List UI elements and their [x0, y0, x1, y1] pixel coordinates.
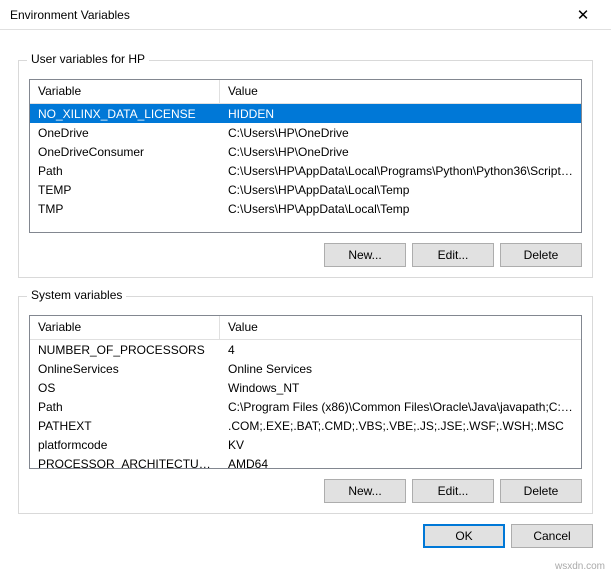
table-row[interactable]: NO_XILINX_DATA_LICENSEHIDDEN	[30, 104, 581, 123]
system-new-button[interactable]: New...	[324, 479, 406, 503]
table-row[interactable]: platformcodeKV	[30, 435, 581, 454]
cell-value: Windows_NT	[220, 379, 581, 397]
column-header-value[interactable]: Value	[220, 316, 581, 339]
cell-value: C:\Users\HP\OneDrive	[220, 143, 581, 161]
user-new-button[interactable]: New...	[324, 243, 406, 267]
titlebar: Environment Variables ✕	[0, 0, 611, 30]
system-delete-button[interactable]: Delete	[500, 479, 582, 503]
cell-variable: PATHEXT	[30, 417, 220, 435]
system-edit-button[interactable]: Edit...	[412, 479, 494, 503]
cell-variable: OS	[30, 379, 220, 397]
system-list-body[interactable]: NUMBER_OF_PROCESSORS4OnlineServicesOnlin…	[30, 340, 581, 468]
column-header-variable[interactable]: Variable	[30, 316, 220, 339]
cell-value: 4	[220, 341, 581, 359]
user-delete-button[interactable]: Delete	[500, 243, 582, 267]
cell-value: Online Services	[220, 360, 581, 378]
table-row[interactable]: OneDriveC:\Users\HP\OneDrive	[30, 123, 581, 142]
user-button-row: New... Edit... Delete	[29, 243, 582, 267]
list-headers: Variable Value	[30, 80, 581, 104]
cell-value: C:\Users\HP\AppData\Local\Temp	[220, 200, 581, 218]
dialog-footer: OK Cancel	[423, 524, 593, 548]
table-row[interactable]: PATHEXT.COM;.EXE;.BAT;.CMD;.VBS;.VBE;.JS…	[30, 416, 581, 435]
cell-value: .COM;.EXE;.BAT;.CMD;.VBS;.VBE;.JS;.JSE;.…	[220, 417, 581, 435]
dialog-content: User variables for HP Variable Value NO_…	[0, 30, 611, 514]
cell-variable: OneDrive	[30, 124, 220, 142]
cell-variable: OnlineServices	[30, 360, 220, 378]
cell-variable: TMP	[30, 200, 220, 218]
column-header-value[interactable]: Value	[220, 80, 581, 103]
column-header-variable[interactable]: Variable	[30, 80, 220, 103]
cell-value: C:\Users\HP\AppData\Local\Temp	[220, 181, 581, 199]
window-title: Environment Variables	[10, 8, 563, 22]
table-row[interactable]: PROCESSOR_ARCHITECTUREAMD64	[30, 454, 581, 468]
cell-value: C:\Users\HP\OneDrive	[220, 124, 581, 142]
cancel-button[interactable]: Cancel	[511, 524, 593, 548]
user-group-legend: User variables for HP	[27, 52, 149, 66]
close-icon[interactable]: ✕	[563, 6, 603, 24]
ok-button[interactable]: OK	[423, 524, 505, 548]
user-variables-list[interactable]: Variable Value NO_XILINX_DATA_LICENSEHID…	[29, 79, 582, 233]
user-edit-button[interactable]: Edit...	[412, 243, 494, 267]
cell-value: AMD64	[220, 455, 581, 469]
cell-variable: NO_XILINX_DATA_LICENSE	[30, 105, 220, 123]
cell-value: C:\Program Files (x86)\Common Files\Orac…	[220, 398, 581, 416]
cell-value: HIDDEN	[220, 105, 581, 123]
watermark: wsxdn.com	[555, 561, 605, 572]
list-headers: Variable Value	[30, 316, 581, 340]
system-variables-group: System variables Variable Value NUMBER_O…	[18, 296, 593, 514]
cell-value: C:\Users\HP\AppData\Local\Programs\Pytho…	[220, 162, 581, 180]
cell-variable: platformcode	[30, 436, 220, 454]
table-row[interactable]: TMPC:\Users\HP\AppData\Local\Temp	[30, 199, 581, 218]
table-row[interactable]: OSWindows_NT	[30, 378, 581, 397]
system-group-legend: System variables	[27, 288, 126, 302]
table-row[interactable]: PathC:\Users\HP\AppData\Local\Programs\P…	[30, 161, 581, 180]
system-variables-list[interactable]: Variable Value NUMBER_OF_PROCESSORS4Onli…	[29, 315, 582, 469]
user-variables-group: User variables for HP Variable Value NO_…	[18, 60, 593, 278]
table-row[interactable]: PathC:\Program Files (x86)\Common Files\…	[30, 397, 581, 416]
cell-variable: PROCESSOR_ARCHITECTURE	[30, 455, 220, 469]
user-list-body[interactable]: NO_XILINX_DATA_LICENSEHIDDENOneDriveC:\U…	[30, 104, 581, 232]
cell-variable: Path	[30, 162, 220, 180]
table-row[interactable]: OneDriveConsumerC:\Users\HP\OneDrive	[30, 142, 581, 161]
cell-variable: NUMBER_OF_PROCESSORS	[30, 341, 220, 359]
cell-variable: Path	[30, 398, 220, 416]
system-button-row: New... Edit... Delete	[29, 479, 582, 503]
cell-value: KV	[220, 436, 581, 454]
cell-variable: TEMP	[30, 181, 220, 199]
table-row[interactable]: OnlineServicesOnline Services	[30, 359, 581, 378]
table-row[interactable]: TEMPC:\Users\HP\AppData\Local\Temp	[30, 180, 581, 199]
cell-variable: OneDriveConsumer	[30, 143, 220, 161]
table-row[interactable]: NUMBER_OF_PROCESSORS4	[30, 340, 581, 359]
